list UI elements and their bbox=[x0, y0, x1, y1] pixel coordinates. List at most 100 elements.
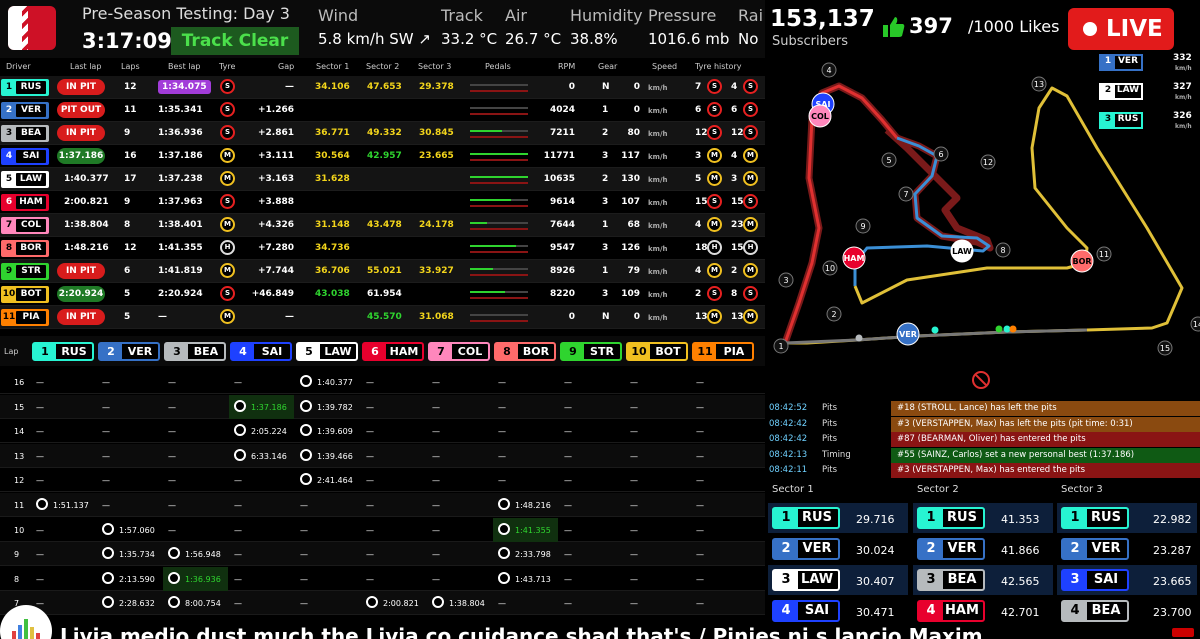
brake-bar bbox=[470, 205, 528, 207]
car-dot[interactable] bbox=[855, 334, 863, 342]
turn-marker: 12 bbox=[980, 154, 996, 170]
lap-driver-header[interactable]: 10 BOT bbox=[626, 342, 688, 361]
driver-badge[interactable]: 4 HAM bbox=[917, 600, 985, 622]
rpm: 10635 bbox=[543, 174, 575, 184]
lap-driver-header[interactable]: 9 STR bbox=[560, 342, 622, 361]
timing-row[interactable]: 11 PIA IN PIT 5— M —45.570 31.068 0 N 0 km/h 13 M 13 M bbox=[0, 306, 765, 329]
turn-number: 6 bbox=[938, 150, 943, 159]
lap-driver-header[interactable]: 1 RUS bbox=[32, 342, 94, 361]
empty-lap: — bbox=[300, 525, 308, 535]
speed-unit: km/h bbox=[648, 291, 668, 299]
empty-lap: — bbox=[696, 574, 704, 584]
timing-row[interactable]: 4 SAI 1:37.186 16 1:37.186 M +3.111 30.564 42.95… bbox=[0, 145, 765, 168]
lap-driver-header[interactable]: 7 COL bbox=[428, 342, 490, 361]
gap: +7.280 bbox=[257, 243, 294, 253]
lap-count: 5 bbox=[124, 312, 131, 322]
speed-unit: km/h bbox=[648, 314, 668, 322]
car-marker[interactable]: VER bbox=[896, 322, 920, 346]
tyre-history-icon: M bbox=[707, 148, 722, 163]
timing-row[interactable]: 3 BEA IN PIT 9 1:36.936 S +2.861 36.771 49.332 30… bbox=[0, 122, 765, 145]
weather-label: Wind bbox=[318, 6, 359, 25]
lap-driver-header[interactable]: 6 HAM bbox=[362, 342, 424, 361]
sector-best-row: 1 RUS 22.982 bbox=[1057, 503, 1197, 533]
timing-row[interactable]: 1 RUS IN PIT 12 1:34.075 S — 34.106 47.653 29.378… bbox=[0, 76, 765, 99]
driver-badge[interactable]: 4 BEA bbox=[1061, 600, 1129, 622]
driver-badge[interactable]: 3 LAW bbox=[772, 569, 840, 591]
lap-driver-header[interactable]: 4 SAI bbox=[230, 342, 292, 361]
message-category: Pits bbox=[822, 418, 838, 429]
tyre-history-icon: S bbox=[743, 194, 758, 209]
empty-lap: — bbox=[630, 501, 638, 510]
gear: 2 bbox=[602, 128, 609, 138]
sector-time: 23.665 bbox=[1153, 575, 1192, 588]
tyre-compound-icon bbox=[36, 498, 48, 510]
turn-marker: 11 bbox=[1096, 246, 1112, 262]
speed: 0 bbox=[633, 312, 640, 322]
sector-title: Sector 3 bbox=[1061, 484, 1103, 495]
driver-code: BEA bbox=[947, 572, 977, 587]
subscriber-count: 153,137 bbox=[770, 6, 875, 32]
driver-badge[interactable]: 2 VER bbox=[1061, 538, 1129, 560]
timing-row[interactable]: 10 BOT 2:20.924 5 2:20.924 S +46.849 43.038 61.9… bbox=[0, 283, 765, 306]
driver-badge[interactable]: 3 BEA bbox=[917, 569, 985, 591]
empty-lap: — bbox=[102, 378, 110, 387]
lap-driver-header[interactable]: 5 LAW bbox=[296, 342, 358, 361]
lap-driver-header[interactable]: 8 BOR bbox=[494, 342, 556, 361]
throttle-fill bbox=[470, 268, 494, 270]
driver-number: 4 bbox=[774, 602, 798, 620]
lap-driver-header[interactable]: 3 BEA bbox=[164, 342, 226, 361]
speed-unit: km/h bbox=[1175, 65, 1192, 72]
last-lap: IN PIT bbox=[57, 125, 105, 141]
driver-badge[interactable]: 2 VER bbox=[772, 538, 840, 560]
car-code: VER bbox=[899, 330, 917, 339]
driver-number: 1 bbox=[774, 509, 798, 527]
timing-row[interactable]: 6 HAM 2:00.821 9 1:37.963 S +3.888 9614 3 107 km/h… bbox=[0, 191, 765, 214]
car-marker[interactable]: BOR bbox=[1070, 249, 1094, 273]
lap-time: 1:56.948 bbox=[185, 550, 221, 560]
tyre-history-icon: S bbox=[707, 286, 722, 301]
car-dot[interactable] bbox=[995, 325, 1003, 333]
rpm: 7644 bbox=[549, 220, 575, 230]
lap-driver-header[interactable]: 2 VER bbox=[98, 342, 160, 361]
car-marker[interactable]: LAW bbox=[950, 239, 974, 263]
tyre-history-icon: H bbox=[707, 240, 722, 255]
car-marker[interactable]: COL bbox=[808, 104, 832, 128]
gear: 1 bbox=[602, 220, 609, 230]
driver-badge: 7 COL bbox=[1, 217, 49, 234]
driver-badge[interactable]: 1 RUS bbox=[1061, 507, 1129, 529]
driver-badge[interactable]: 3 SAI bbox=[1061, 569, 1129, 591]
timing-row[interactable]: 5 LAW 1:40.377 17 1:37.238 M +3.163 31.628 10635… bbox=[0, 168, 765, 191]
speed-unit: km/h bbox=[1175, 123, 1192, 130]
timing-row[interactable]: 7 COL 1:38.804 8 1:38.401 M +4.326 31.148 43.478… bbox=[0, 214, 765, 237]
driver-badge[interactable]: 1 RUS bbox=[917, 507, 985, 529]
tyre-history-laps: 15 bbox=[731, 243, 744, 253]
turn-marker: 4 bbox=[821, 62, 837, 78]
last-lap: 1:40.377 bbox=[64, 174, 109, 184]
sector-best-row: 4 BEA 23.700 bbox=[1057, 596, 1197, 626]
driver-number: 8 bbox=[5, 243, 13, 253]
driver-badge: 3 RUS bbox=[1099, 112, 1143, 129]
driver-number: 4 bbox=[919, 602, 943, 620]
driver-number: 2 bbox=[1101, 85, 1115, 98]
driver-badge[interactable]: 1 RUS bbox=[772, 507, 840, 529]
lap-driver-header[interactable]: 11 PIA bbox=[692, 342, 754, 361]
tyre-history-icon: S bbox=[707, 102, 722, 117]
subscribe-watermark[interactable] bbox=[1172, 628, 1194, 637]
driver-badge: 11 PIA bbox=[1, 309, 49, 326]
empty-lap: — bbox=[432, 378, 440, 387]
empty-lap: — bbox=[432, 525, 440, 535]
car-marker[interactable]: HAM bbox=[842, 246, 866, 270]
news-ticker: Livia medio dust much the Livia co cuida… bbox=[60, 624, 983, 639]
tyre-compound-icon bbox=[366, 596, 378, 609]
timing-row[interactable]: 2 VER PIT OUT 11 1:35.341 S +1.266 4024 1 0 km/h 6 S… bbox=[0, 99, 765, 122]
car-dot[interactable] bbox=[1009, 325, 1017, 333]
driver-badge[interactable]: 2 VER bbox=[917, 538, 985, 560]
driver-number: 4 bbox=[5, 151, 13, 161]
tyre-history-icon: S bbox=[707, 125, 722, 140]
car-dot[interactable] bbox=[931, 326, 939, 334]
timing-row[interactable]: 8 BOR 1:48.216 12 1:41.355 H +7.280 34.736 9547 3… bbox=[0, 237, 765, 260]
lap-count: 8 bbox=[124, 220, 131, 230]
driver-badge[interactable]: 4 SAI bbox=[772, 600, 840, 622]
timing-row[interactable]: 9 STR IN PIT 6 1:41.819 M +7.744 36.706 55.021 33… bbox=[0, 260, 765, 283]
car-dot[interactable] bbox=[1003, 325, 1011, 333]
